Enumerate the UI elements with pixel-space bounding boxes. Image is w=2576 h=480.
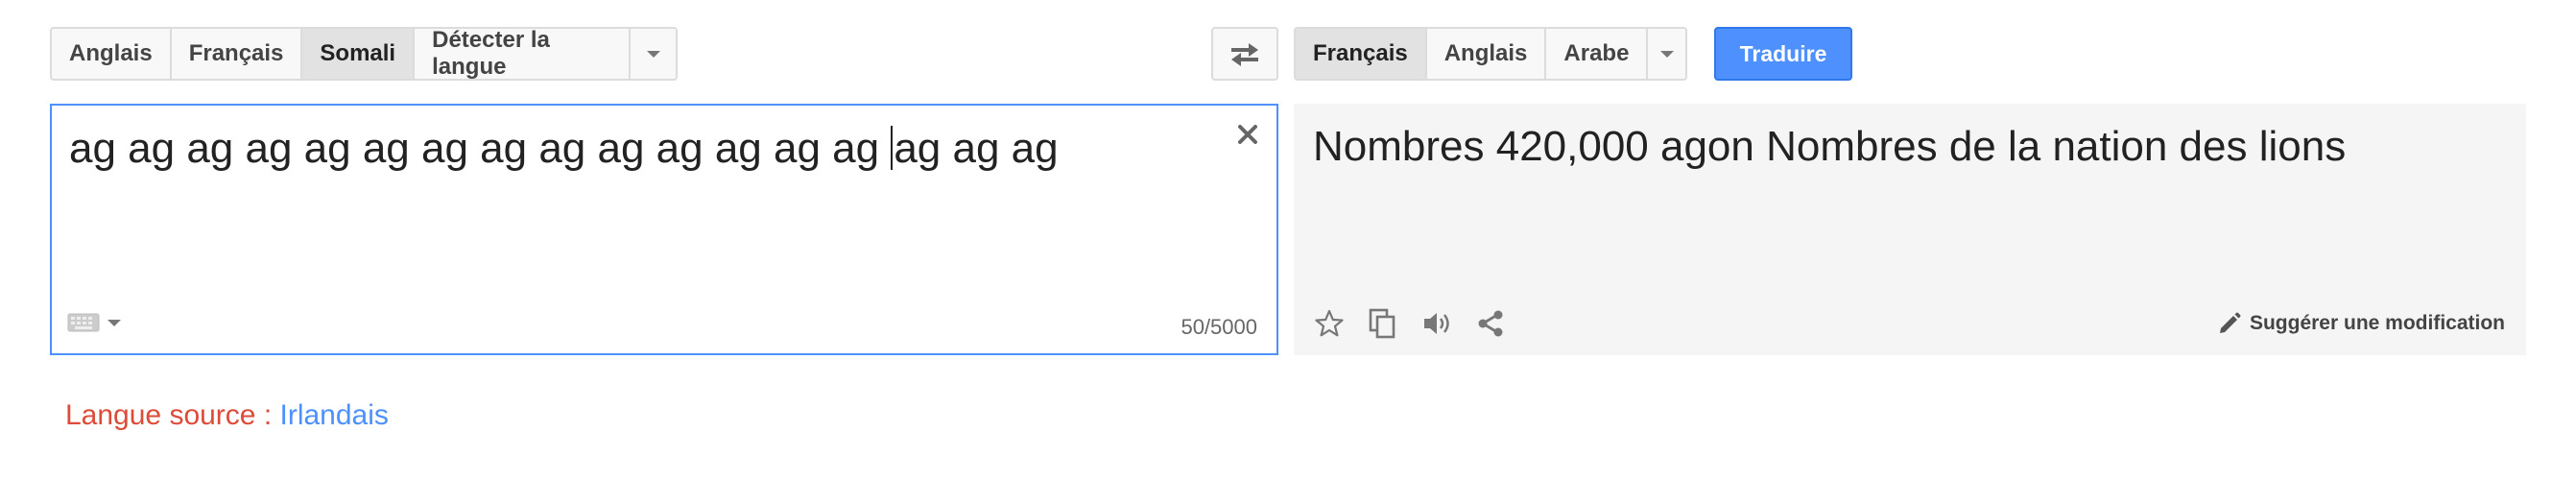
swap-languages-icon: [1231, 43, 1258, 66]
chevron-down-icon: [646, 50, 660, 58]
character-count: 50/5000: [1181, 315, 1257, 339]
star-icon: [1315, 309, 1344, 337]
listen-translation-button[interactable]: [1420, 307, 1453, 340]
copy-translation-button[interactable]: [1367, 307, 1399, 340]
target-lang-dropdown[interactable]: [1648, 29, 1685, 79]
target-lang-arabic[interactable]: Arabe: [1546, 29, 1649, 79]
detected-source-language: Langue source : Irlandais: [65, 399, 389, 432]
translation-text: Nombres 420,000 agon Nombres de la natio…: [1313, 123, 2347, 170]
copy-icon: [1369, 308, 1395, 339]
translation-tools: [1313, 307, 1507, 340]
source-lang-dropdown[interactable]: [631, 29, 676, 79]
save-translation-button[interactable]: [1313, 307, 1346, 340]
clear-text-button[interactable]: [1232, 119, 1263, 150]
keyboard-icon: [67, 313, 100, 332]
translate-page: Anglais Français Somali Détecter la lang…: [0, 0, 2576, 480]
source-lang-english[interactable]: Anglais: [52, 29, 172, 79]
source-lang-somali[interactable]: Somali: [302, 29, 416, 79]
source-lang-french[interactable]: Français: [172, 29, 303, 79]
suggest-edit-button[interactable]: Suggérer une modification: [2217, 311, 2505, 336]
source-lang-detect[interactable]: Détecter la langue: [415, 27, 631, 80]
share-translation-button[interactable]: [1474, 307, 1507, 340]
target-lang-english[interactable]: Anglais: [1427, 29, 1547, 79]
source-text-input[interactable]: ag ag ag ag ag ag ag ag ag ag ag ag ag a…: [69, 125, 1059, 173]
chevron-down-icon: [107, 319, 121, 326]
swap-languages-button[interactable]: [1211, 27, 1278, 81]
input-tools-button[interactable]: [67, 313, 121, 332]
chevron-down-icon: [1659, 50, 1674, 58]
source-language-link[interactable]: Irlandais: [280, 399, 389, 431]
source-text-panel[interactable]: ag ag ag ag ag ag ag ag ag ag ag ag ag a…: [50, 104, 1278, 355]
target-lang-french[interactable]: Français: [1296, 29, 1427, 79]
close-icon: [1238, 125, 1257, 144]
share-icon: [1478, 310, 1503, 337]
pencil-icon: [2219, 312, 2241, 333]
speaker-icon: [1424, 313, 1449, 334]
source-text-after-cursor: ag ag ag: [894, 125, 1059, 172]
source-text-before-cursor: ag ag ag ag ag ag ag ag ag ag ag ag ag a…: [69, 125, 892, 172]
target-language-bar: Français Anglais Arabe: [1294, 27, 1687, 81]
source-language-label: Langue source :: [65, 399, 280, 431]
translate-button[interactable]: Traduire: [1714, 27, 1852, 81]
suggest-edit-label: Suggérer une modification: [2249, 312, 2505, 334]
source-language-bar: Anglais Français Somali Détecter la lang…: [50, 27, 678, 81]
translation-output-panel: Nombres 420,000 agon Nombres de la natio…: [1294, 104, 2526, 355]
